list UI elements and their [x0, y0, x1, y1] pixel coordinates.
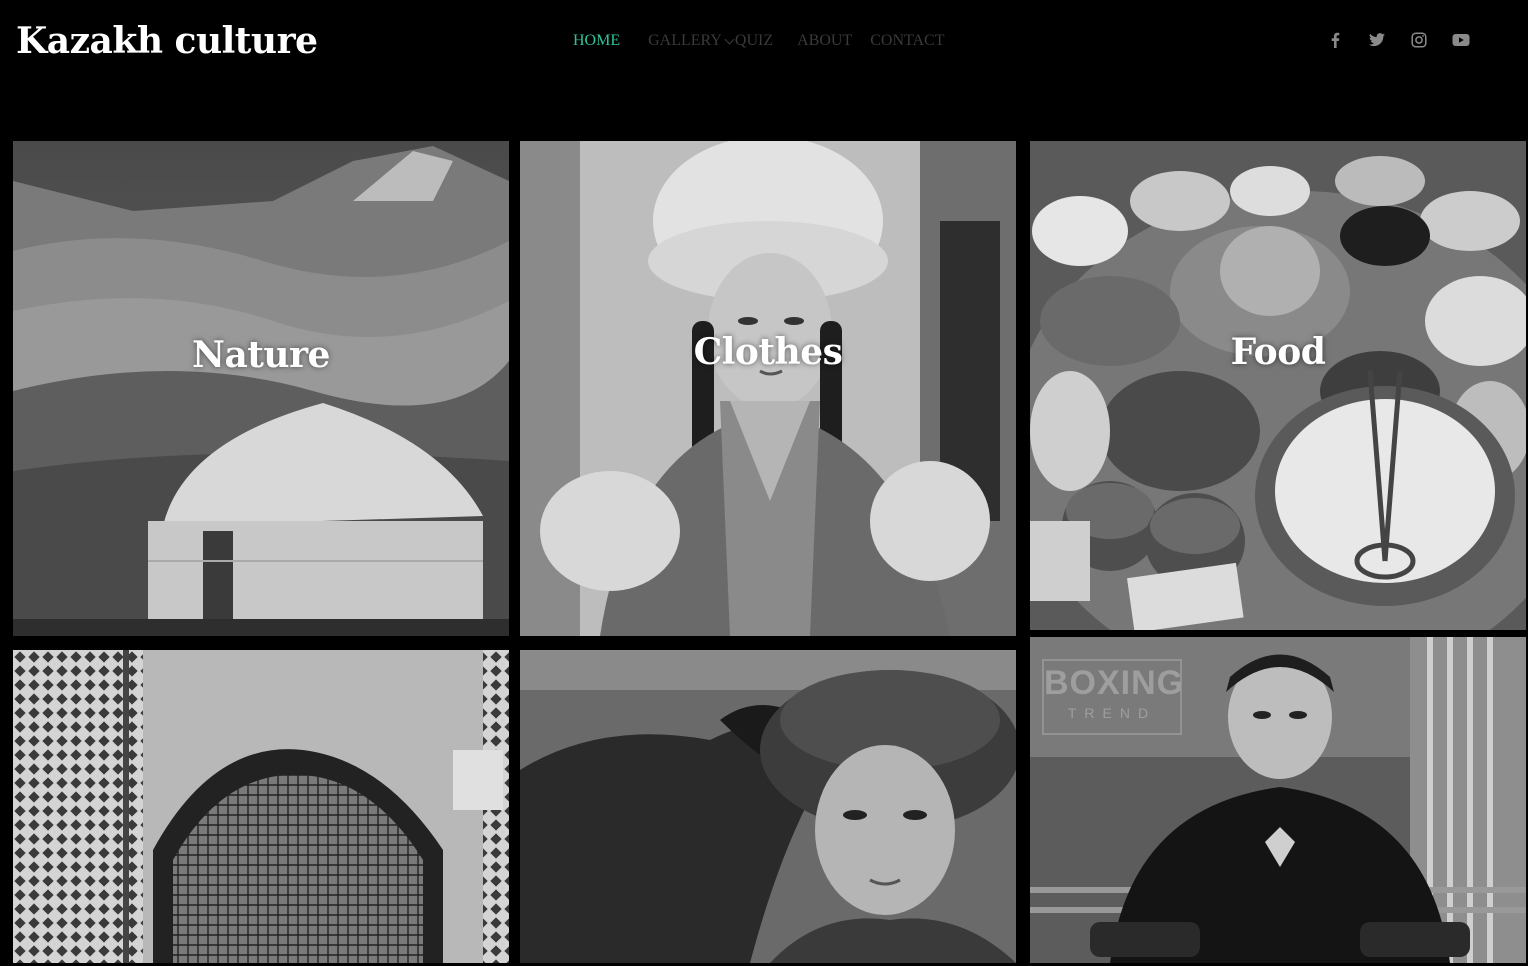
nav-about[interactable]: ABOUT: [797, 31, 852, 51]
twitter-icon[interactable]: [1367, 30, 1387, 50]
gallery-tile-architecture[interactable]: [13, 650, 509, 963]
boxing-trend-watermark: BOXING TREND: [1042, 659, 1183, 735]
nav-quiz[interactable]: QUIZ: [735, 31, 773, 51]
tile-caption-nature: Nature: [192, 334, 330, 376]
nav-contact[interactable]: CONTACT: [870, 31, 944, 51]
tile-caption-clothes: Clothes: [693, 331, 843, 373]
tile-caption-food: Food: [1230, 331, 1326, 373]
site-header: Kazakh culture HOME GALLERY QUIZ ABOUT C…: [0, 0, 1528, 90]
social-links: [1325, 30, 1471, 50]
gallery-tile-nature[interactable]: Nature: [13, 141, 509, 636]
tiled-arch-image: [13, 650, 509, 963]
nav-home[interactable]: HOME: [573, 31, 620, 51]
gallery-tile-eagle-hunter[interactable]: [520, 650, 1016, 963]
site-logo[interactable]: Kazakh culture: [16, 18, 318, 64]
yurt-image: [13, 141, 509, 636]
youtube-icon[interactable]: [1451, 30, 1471, 50]
feast-table-image: [1030, 141, 1526, 630]
eagle-hunter-image: [520, 650, 1016, 963]
main-nav: HOME GALLERY QUIZ ABOUT CONTACT: [573, 31, 945, 51]
chevron-down-icon: [724, 34, 735, 44]
instagram-icon[interactable]: [1409, 30, 1429, 50]
nav-gallery-label: GALLERY: [648, 32, 722, 49]
facebook-icon[interactable]: [1325, 30, 1345, 50]
gallery-tile-food[interactable]: Food: [1030, 141, 1526, 630]
woman-portrait-image: [520, 141, 1016, 636]
gallery-tile-boxer[interactable]: BOXING TREND: [1030, 637, 1526, 963]
nav-gallery[interactable]: GALLERY: [648, 31, 735, 51]
gallery-tile-clothes[interactable]: Clothes: [520, 141, 1016, 636]
